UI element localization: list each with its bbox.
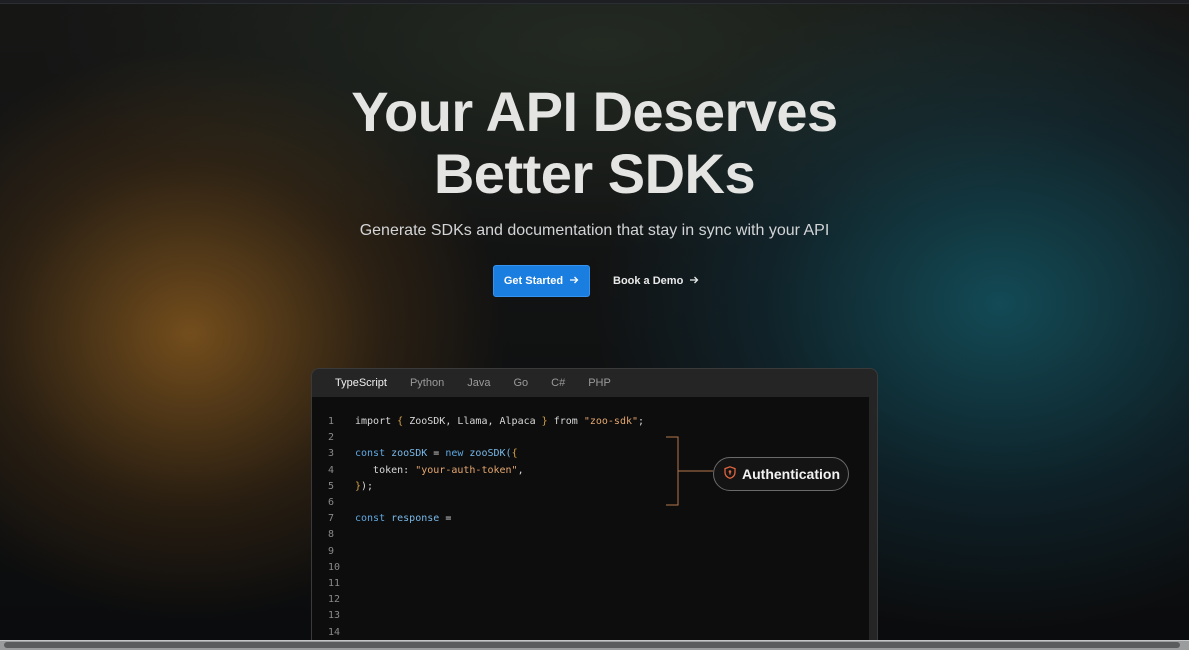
code-token: new: [445, 448, 470, 460]
code-line: 12: [312, 592, 869, 608]
code-line: 7 const response =: [312, 511, 869, 527]
code-token: =: [439, 513, 452, 525]
code-token: ;: [638, 416, 645, 427]
line-number: 4: [328, 464, 335, 476]
code-line: 14: [312, 625, 869, 640]
code-line: 8: [312, 527, 869, 543]
authentication-annotation: Authentication: [713, 457, 849, 491]
line-number: 11: [328, 578, 341, 589]
language-tabs: TypeScript Python Java Go C# PHP: [312, 369, 877, 397]
code-token: ,: [517, 464, 524, 476]
hero-title-line-2: Better SDKs: [433, 142, 756, 205]
code-token: "your-auth-token": [415, 464, 518, 476]
tab-php[interactable]: PHP: [588, 377, 611, 389]
line-number: 1: [328, 416, 335, 427]
shield-icon: [724, 466, 736, 482]
code-area: 1 import { ZooSDK, Llama, Alpaca } from "…: [312, 397, 869, 640]
code-token: zooSDK(: [469, 448, 512, 460]
arrow-right-icon: [569, 275, 579, 287]
annotation-bracket: [666, 436, 713, 506]
line-number: 3: [328, 448, 335, 460]
authentication-label: Authentication: [742, 466, 840, 482]
code-line: 2: [312, 430, 869, 446]
hero-subtitle: Generate SDKs and documentation that sta…: [359, 222, 830, 239]
code-text: });: [355, 479, 373, 495]
line-number: 2: [328, 432, 335, 444]
code-token: const: [355, 513, 392, 525]
tab-typescript[interactable]: TypeScript: [335, 377, 387, 389]
line-number: 7: [328, 513, 335, 525]
code-text: const response =: [355, 511, 451, 527]
code-token: import: [355, 416, 398, 427]
code-line: 11: [312, 576, 869, 592]
get-started-label: Get Started: [503, 275, 564, 287]
code-line: 13: [312, 608, 869, 624]
code-token: zooSDK: [391, 448, 428, 460]
code-line: 6: [312, 495, 869, 511]
code-line: 10: [312, 560, 869, 576]
get-started-button[interactable]: Get Started: [493, 265, 590, 297]
hero-title-line-1: Your API Deserves: [351, 80, 838, 143]
code-editor: TypeScript Python Java Go C# PHP 1 import { Zo…: [311, 368, 878, 640]
arrow-right-icon: [689, 275, 699, 287]
tab-python[interactable]: Python: [410, 377, 444, 389]
code-token: "zoo-sdk": [583, 416, 639, 427]
code-token: token:: [355, 464, 416, 476]
line-number: 10: [328, 561, 341, 573]
code-token: const: [355, 448, 392, 460]
code-token: {: [511, 448, 518, 460]
code-line: 1 import { ZooSDK, Llama, Alpaca } from "…: [312, 414, 869, 430]
tab-java[interactable]: Java: [467, 377, 490, 389]
line-number: 14: [328, 626, 341, 638]
line-number: 6: [328, 497, 335, 508]
code-token: =: [427, 448, 446, 460]
code-line: 9: [312, 544, 869, 560]
book-demo-label: Book a Demo: [613, 275, 684, 287]
code-text: token: "your-auth-token",: [355, 463, 524, 479]
code-token: ZooSDK, Llama, Alpaca: [403, 416, 542, 427]
line-number: 5: [328, 480, 335, 492]
horizontal-scrollbar-thumb[interactable]: [4, 642, 1180, 648]
line-number: 12: [328, 594, 341, 606]
code-token: from: [547, 416, 584, 427]
line-number: 13: [328, 610, 341, 622]
code-text: const zooSDK = new zooSDK({: [355, 446, 518, 462]
book-demo-button[interactable]: Book a Demo: [613, 265, 699, 297]
code-token: );: [361, 480, 374, 492]
code-text: import { ZooSDK, Llama, Alpaca } from "z…: [355, 414, 644, 430]
tab-go[interactable]: Go: [513, 377, 528, 389]
code-token: response: [391, 513, 440, 525]
tab-csharp[interactable]: C#: [551, 377, 565, 389]
line-number: 8: [328, 529, 335, 541]
line-number: 9: [328, 545, 335, 557]
